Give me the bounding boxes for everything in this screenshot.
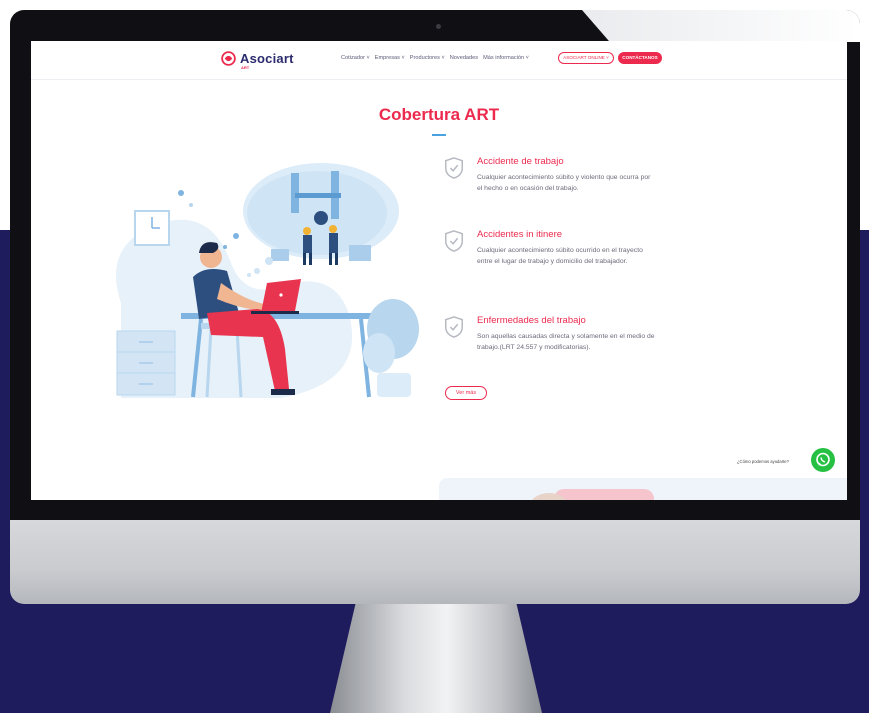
website-screen: Asociart ART Cotizador ˅ Empresas ˅ Prod… [31,41,847,500]
title-underline [432,134,446,136]
section-title: Cobertura ART [378,105,500,124]
shield-check-icon [445,157,463,179]
worker-illustration [116,163,419,398]
feature-title: Enfermedades del trabajo [477,315,586,326]
top-navbar: Asociart ART Cotizador ˅ Empresas ˅ Prod… [31,41,847,80]
feature-description: Son aquellas causadas directa y solament… [477,333,655,351]
menu-item-novedades[interactable]: Novedades [450,55,478,61]
next-section-preview [439,478,847,500]
whatsapp-icon [816,452,830,467]
chat-help-text: ¿Cómo podemos ayudarte? [737,459,789,464]
brand-name: Asociart [240,51,294,66]
ver-mas-button[interactable]: Ver más [445,386,487,400]
asociart-online-button[interactable]: ASOCIART ONLINE ˅ [558,52,614,64]
monitor-chin [10,520,860,604]
camera-icon [436,24,441,29]
monitor-glare [582,10,860,42]
feature-title: Accidentes in itinere [477,229,563,240]
feature-description: Cualquier acontecimiento súbito y violen… [477,174,651,192]
contact-button[interactable]: CONTÁCTANOS [618,52,662,64]
feature-description: Cualquier acontecimiento súbito ocurrido… [477,247,643,265]
menu-item-mas-informacion[interactable]: Más información ˅ [483,55,529,61]
asociart-logo-icon [221,51,236,66]
brand-sub: ART [241,65,250,70]
main-menu: Cotizador ˅ Empresas ˅ Productores ˅ Nov… [341,55,534,61]
preview-shape [554,489,654,500]
menu-item-productores[interactable]: Productores ˅ [410,55,445,61]
monitor-stand [330,604,542,713]
menu-item-empresas[interactable]: Empresas ˅ [375,55,405,61]
feature-title: Accidente de trabajo [477,156,564,167]
whatsapp-button[interactable] [811,448,835,472]
menu-item-cotizador[interactable]: Cotizador ˅ [341,55,370,61]
shield-check-icon [445,230,463,252]
brand-logo[interactable]: Asociart ART [221,51,294,70]
shield-check-icon [445,316,463,338]
